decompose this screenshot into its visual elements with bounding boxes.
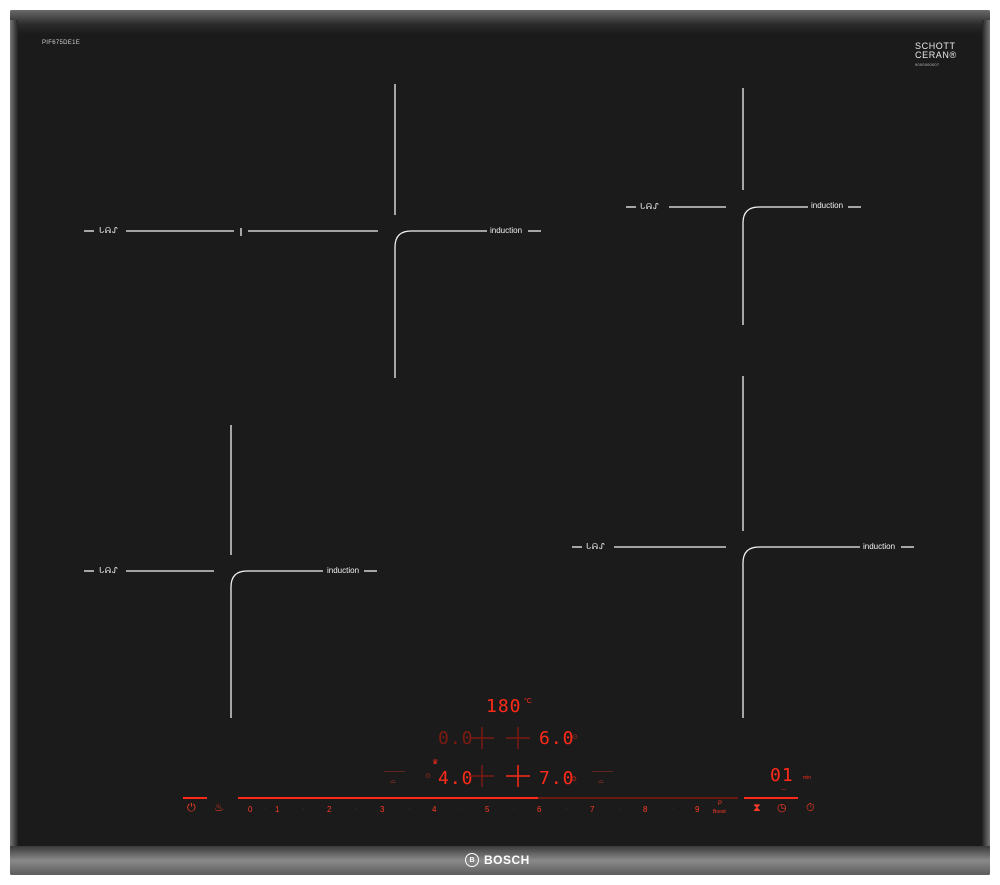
power-level-1[interactable]: 1 bbox=[275, 805, 279, 814]
zone-rl-corner bbox=[394, 230, 487, 378]
zone-front-left-symbol: ᒐᕱᔑ bbox=[99, 566, 119, 575]
power-level-6[interactable]: 6 bbox=[537, 805, 541, 814]
stopwatch-icon[interactable]: ⏱ bbox=[806, 803, 815, 814]
timer-dash: — bbox=[781, 787, 786, 793]
zone-rear-right-symbol: ᒐᕱᔑ bbox=[640, 202, 660, 211]
timer-unit: min bbox=[803, 775, 812, 781]
power-tick[interactable]: · bbox=[460, 805, 462, 812]
zone-front-right-symbol: ᒐᕱᔑ bbox=[586, 542, 606, 551]
timer-icon-front-left: ⊙ bbox=[425, 773, 431, 780]
childlock-icon[interactable]: ♨ bbox=[214, 803, 224, 814]
power-tick[interactable]: · bbox=[355, 805, 357, 812]
boost-label[interactable]: Boost bbox=[713, 809, 726, 815]
power-level-9[interactable]: 9 bbox=[695, 805, 699, 814]
brand-name: BOSCH bbox=[484, 853, 530, 867]
hourglass-icon[interactable]: ⧗ bbox=[753, 803, 761, 814]
pan-icon-left[interactable]: ⌓ bbox=[390, 778, 396, 786]
front-right-level: 7.0 bbox=[539, 768, 575, 789]
power-level-4[interactable]: 4 bbox=[432, 805, 436, 814]
power-icon[interactable]: ⏻ bbox=[187, 803, 196, 814]
zone-rear-left-symbol: ᒐᕱᔑ bbox=[99, 226, 119, 235]
front-right-cross-icon[interactable] bbox=[504, 764, 532, 788]
temperature-unit: °C bbox=[524, 698, 532, 705]
power-tick[interactable]: · bbox=[671, 805, 673, 812]
zone-front-left-label: induction bbox=[327, 566, 360, 575]
timer-bar-segment bbox=[744, 797, 798, 799]
power-level-0[interactable]: 0 bbox=[248, 805, 252, 814]
frying-sensor-bar-right: ——— bbox=[592, 768, 613, 775]
timer-icon[interactable]: ◷ bbox=[777, 803, 787, 814]
power-slider-fill[interactable] bbox=[238, 797, 538, 799]
frying-sensor-bar-left: ——— bbox=[384, 768, 405, 775]
zone-rear-left-label: induction bbox=[490, 226, 523, 235]
zone-rear-left-markings bbox=[84, 84, 541, 378]
power-tick[interactable]: · bbox=[565, 805, 567, 812]
power-bar-segment bbox=[183, 797, 207, 799]
bosch-brand: B BOSCH bbox=[465, 851, 530, 869]
power-tick[interactable]: · bbox=[263, 805, 265, 812]
front-left-cross-icon[interactable] bbox=[468, 764, 496, 788]
zone-front-right-label: induction bbox=[863, 542, 896, 551]
power-level-2[interactable]: 2 bbox=[327, 805, 331, 814]
power-level-8[interactable]: 8 bbox=[643, 805, 647, 814]
zone-markings bbox=[84, 84, 914, 718]
power-tick[interactable]: · bbox=[408, 805, 410, 812]
power-level-5[interactable]: 5 bbox=[485, 805, 489, 814]
rear-timer-icon: ⊙ bbox=[572, 734, 578, 741]
zone-rear-right-label: induction bbox=[811, 201, 844, 210]
rear-right-level: 6.0 bbox=[539, 728, 575, 749]
power-slider-track-rest[interactable] bbox=[538, 797, 738, 799]
timer-icon-front-right: ⊙ bbox=[571, 776, 577, 783]
power-tick[interactable]: · bbox=[513, 805, 515, 812]
power-level-7[interactable]: 7 bbox=[590, 805, 594, 814]
crown-icon: ♛ bbox=[432, 759, 439, 766]
rear-left-cross-icon[interactable] bbox=[468, 726, 496, 750]
zone-rr-corner bbox=[742, 206, 808, 325]
timer-readout: 01 bbox=[770, 765, 794, 786]
rear-right-cross-icon[interactable] bbox=[504, 726, 532, 750]
zone-fl-corner bbox=[230, 570, 323, 718]
zone-fr-corner bbox=[742, 546, 860, 718]
pan-icon-right[interactable]: ⌓ bbox=[598, 778, 604, 786]
temperature-readout: 180 bbox=[486, 696, 522, 717]
power-tick[interactable]: · bbox=[302, 805, 304, 812]
bosch-logo-icon: B bbox=[465, 853, 479, 867]
boost-symbol[interactable]: P bbox=[718, 801, 722, 807]
power-tick[interactable]: · bbox=[618, 805, 620, 812]
power-level-3[interactable]: 3 bbox=[380, 805, 384, 814]
